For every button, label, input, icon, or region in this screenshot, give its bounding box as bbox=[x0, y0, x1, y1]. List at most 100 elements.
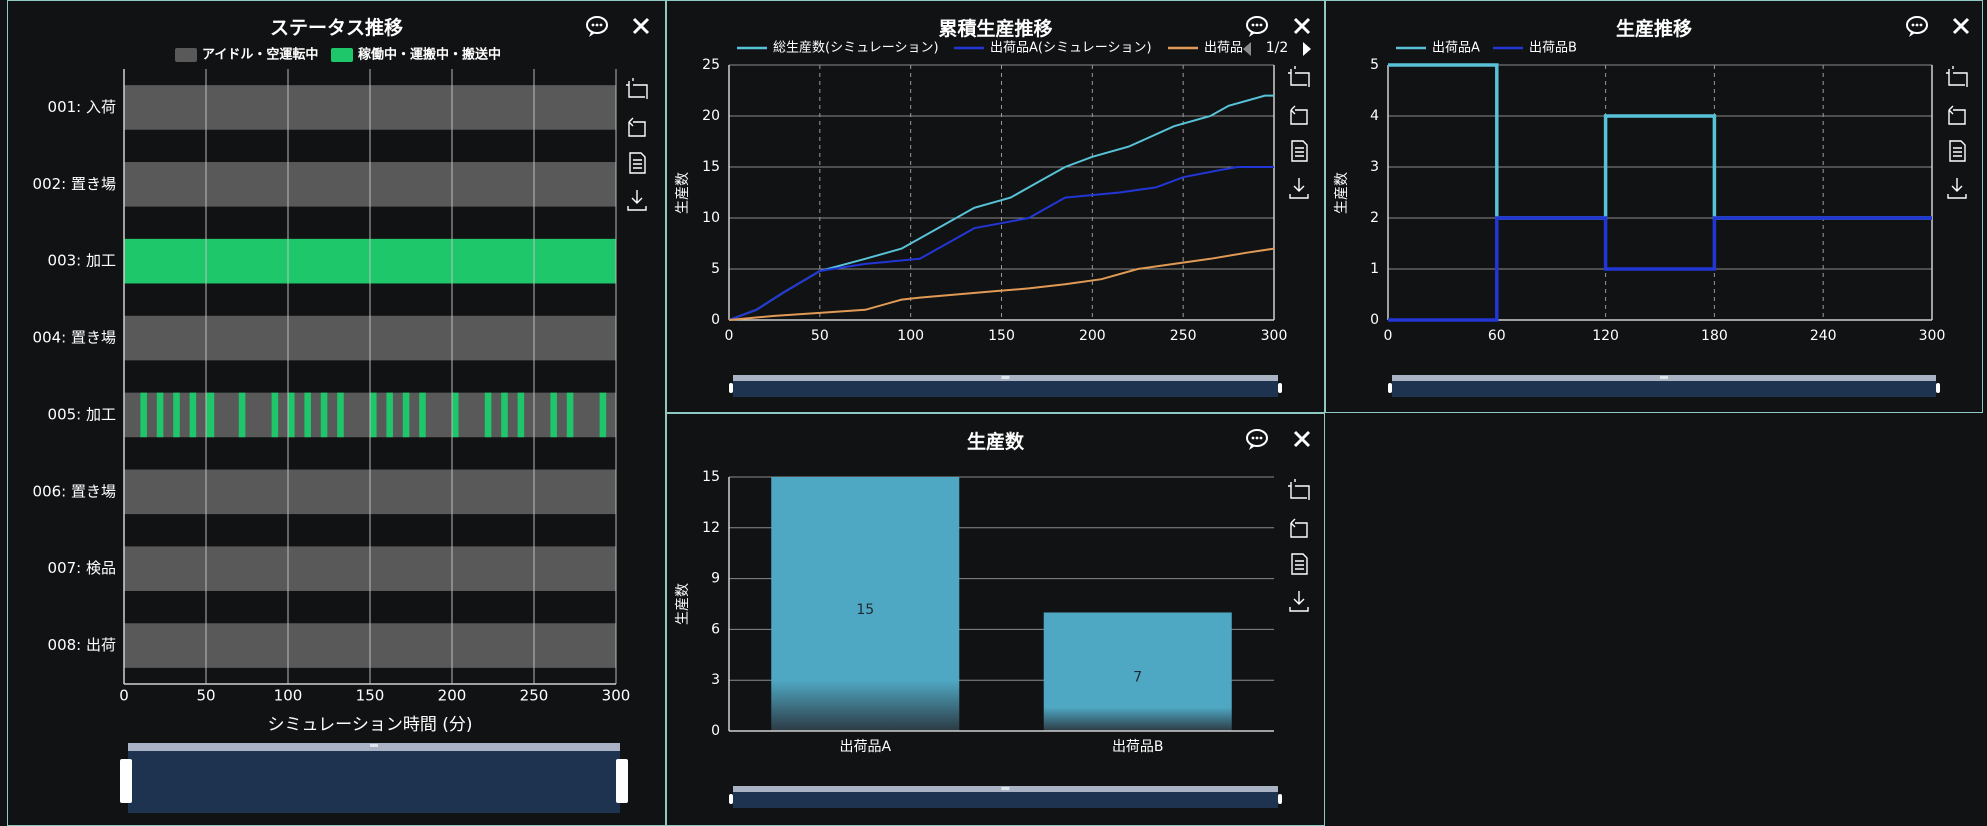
zoom-area-icon[interactable] bbox=[1288, 479, 1310, 500]
row-label: 005: 加工 bbox=[48, 405, 116, 423]
data-view-icon[interactable] bbox=[1949, 140, 1966, 162]
slider-grip-icon[interactable] bbox=[1660, 376, 1668, 379]
save-image-icon[interactable] bbox=[1289, 178, 1309, 199]
y-tick-label: 15 bbox=[702, 469, 720, 485]
zoom-area-icon-glyph bbox=[626, 78, 648, 99]
legend-working[interactable]: 稼働中・運搬中・搬送中 bbox=[331, 47, 501, 63]
slider-handle-end[interactable] bbox=[616, 759, 628, 803]
data-view-icon-glyph bbox=[629, 152, 646, 174]
status-bar-working bbox=[517, 392, 525, 438]
x-tick-label: 300 bbox=[1919, 328, 1946, 344]
zoom-area-icon[interactable] bbox=[1946, 66, 1968, 87]
x-tick-label: 250 bbox=[520, 687, 549, 705]
status-bar-working bbox=[550, 392, 557, 438]
zoom-area-icon-glyph bbox=[1288, 66, 1310, 87]
legend-idle-label: アイドル・空運転中 bbox=[202, 47, 318, 63]
zoom-slider[interactable] bbox=[729, 786, 1282, 808]
zoom-area-icon[interactable] bbox=[626, 78, 648, 99]
bar-value-label: 7 bbox=[1133, 670, 1142, 686]
y-tick-label: 5 bbox=[1370, 57, 1379, 73]
zoom-reset-icon-glyph bbox=[1948, 105, 1966, 125]
legend-product-b[interactable]: 出荷品B bbox=[1493, 41, 1577, 56]
slider-grip-icon[interactable] bbox=[1001, 376, 1010, 379]
zoom-reset-icon[interactable] bbox=[1290, 518, 1308, 538]
status-bar-working bbox=[337, 392, 344, 438]
data-view-icon[interactable] bbox=[629, 152, 646, 174]
slider-handle-end[interactable] bbox=[1936, 383, 1940, 393]
toolbox bbox=[626, 78, 648, 211]
panel-cumulative: 累積生産推移 総生産数(シミュレーション) 出荷品A(シミュレーション) 出荷品 1/… bbox=[666, 0, 1325, 413]
x-tick-label: 100 bbox=[897, 328, 924, 344]
slider-handle-start[interactable] bbox=[729, 794, 733, 804]
x-tick-label: 250 bbox=[1170, 328, 1197, 344]
zoom-reset-icon-glyph bbox=[1290, 518, 1308, 538]
save-image-icon[interactable] bbox=[1289, 591, 1309, 612]
save-image-icon[interactable] bbox=[627, 190, 647, 211]
legend-product-a[interactable]: 出荷品A(シミュレーション) bbox=[954, 41, 1152, 56]
legend-product-a[interactable]: 出荷品A bbox=[1396, 41, 1480, 56]
save-image-icon-glyph bbox=[1289, 178, 1309, 199]
legend-pager[interactable]: 1/2 bbox=[1243, 40, 1311, 56]
pager-label: 1/2 bbox=[1266, 40, 1289, 56]
data-view-icon-glyph bbox=[1291, 140, 1308, 162]
save-image-icon-glyph bbox=[627, 190, 647, 211]
legend-total[interactable]: 総生産数(シミュレーション) bbox=[737, 40, 939, 56]
data-view-icon[interactable] bbox=[1291, 140, 1308, 162]
slider-handle-start[interactable] bbox=[120, 759, 132, 803]
zoom-reset-icon[interactable] bbox=[1948, 105, 1966, 125]
zoom-area-icon[interactable] bbox=[1288, 66, 1310, 87]
zoom-area-icon-glyph bbox=[1946, 66, 1968, 87]
slider-range bbox=[128, 747, 620, 813]
zoom-reset-icon[interactable] bbox=[628, 117, 646, 137]
status-bar-working bbox=[271, 392, 279, 438]
slider-grip-icon[interactable] bbox=[1001, 787, 1010, 790]
slider-handle-start[interactable] bbox=[729, 383, 733, 393]
slider-range bbox=[733, 379, 1278, 397]
transition-chart: 出荷品A 出荷品B 0 1 2 3 4 5 0 60 120 180 240 300 生産数 bbox=[1334, 41, 1968, 397]
status-bar-working bbox=[238, 392, 246, 438]
y-axis-title: 生産数 bbox=[1334, 172, 1350, 214]
slider-handle-end[interactable] bbox=[1278, 794, 1282, 804]
legend-product-b[interactable]: 出荷品 bbox=[1168, 41, 1243, 56]
legend-idle[interactable]: アイドル・空運転中 bbox=[175, 47, 318, 63]
zoom-reset-icon-glyph bbox=[628, 117, 646, 137]
zoom-slider[interactable] bbox=[729, 375, 1282, 397]
x-tick-label: 240 bbox=[1810, 328, 1837, 344]
status-bar-working bbox=[140, 392, 147, 438]
x-tick-label: 出荷品A bbox=[839, 739, 891, 755]
pager-next-icon[interactable] bbox=[1303, 42, 1311, 56]
y-axis-title: 生産数 bbox=[675, 583, 691, 625]
slider-handle-start[interactable] bbox=[1388, 383, 1392, 393]
status-bar-working bbox=[173, 392, 180, 438]
count-chart: 0 3 6 9 12 15 15 出荷品A 7 出荷品B 生産数 bbox=[675, 469, 1310, 808]
cumulative-chart: 総生産数(シミュレーション) 出荷品A(シミュレーション) 出荷品 1/2 0 5 10 15… bbox=[675, 40, 1311, 397]
slider-handle-end[interactable] bbox=[1278, 383, 1282, 393]
zoom-reset-icon[interactable] bbox=[1290, 105, 1308, 125]
y-tick-label: 15 bbox=[702, 159, 720, 175]
x-tick-label: 50 bbox=[811, 328, 829, 344]
row-label: 001: 入荷 bbox=[48, 98, 116, 116]
slider-grip-icon[interactable] bbox=[370, 744, 378, 747]
x-tick-label: 150 bbox=[988, 328, 1015, 344]
pager-prev-icon[interactable] bbox=[1243, 42, 1251, 56]
row-label: 008: 出荷 bbox=[48, 636, 116, 654]
x-tick-label: 300 bbox=[602, 687, 631, 705]
slider-range bbox=[1392, 379, 1936, 397]
zoom-slider[interactable] bbox=[1388, 375, 1940, 397]
data-view-icon[interactable] bbox=[1291, 553, 1308, 575]
x-tick-label: 180 bbox=[1701, 328, 1728, 344]
panel-status: ステータス推移 アイドル・空運転中 稼働中・運搬中・搬送中 001: 入荷 002: … bbox=[7, 0, 666, 826]
status-bar-working bbox=[386, 392, 393, 438]
row-label: 002: 置き場 bbox=[33, 175, 116, 193]
y-tick-label: 0 bbox=[1370, 312, 1379, 328]
x-tick-label: 120 bbox=[1592, 328, 1619, 344]
status-bar-working bbox=[452, 392, 459, 438]
zoom-slider[interactable] bbox=[120, 743, 628, 813]
legend-working-swatch bbox=[331, 48, 353, 62]
status-chart: アイドル・空運転中 稼働中・運搬中・搬送中 001: 入荷 002: 置き場 003: … bbox=[33, 47, 648, 813]
legend-working-label: 稼働中・運搬中・搬送中 bbox=[358, 47, 501, 63]
x-tick-label: 60 bbox=[1488, 328, 1506, 344]
save-image-icon[interactable] bbox=[1947, 178, 1967, 199]
y-tick-label: 25 bbox=[702, 57, 720, 73]
bar-value-label: 15 bbox=[856, 602, 874, 618]
